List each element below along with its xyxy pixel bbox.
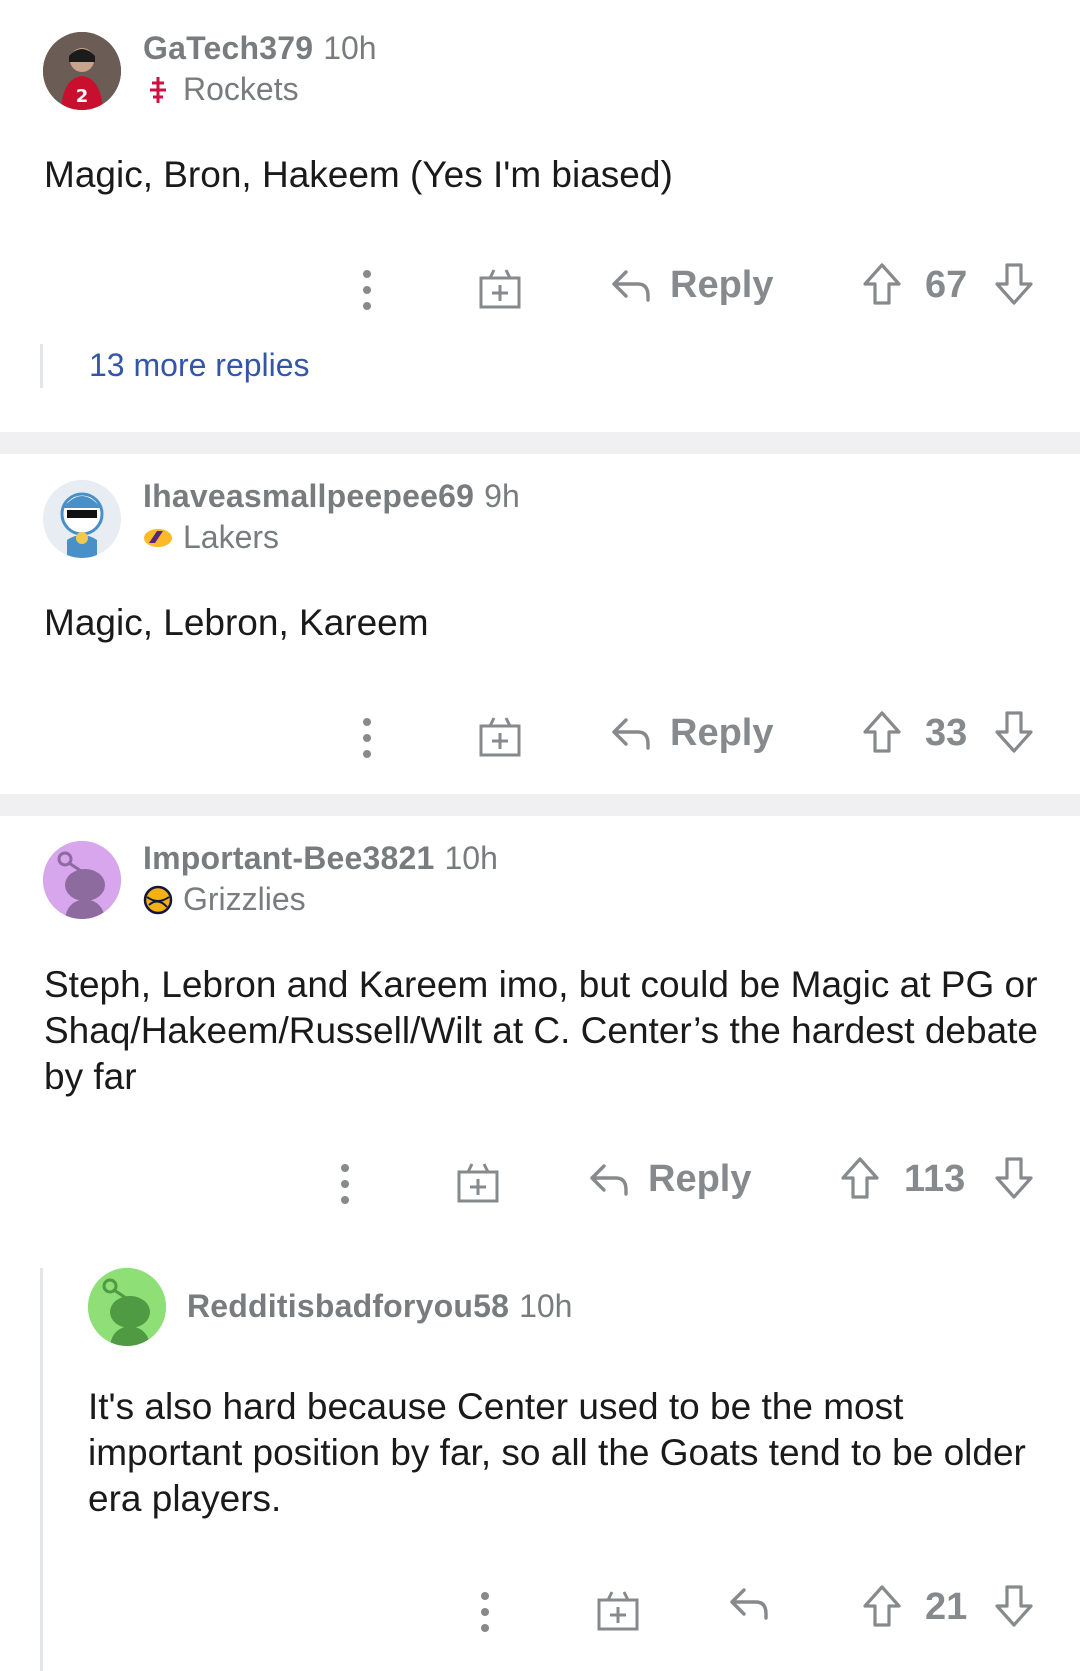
- grizzlies-icon: [143, 885, 173, 915]
- avatar[interactable]: [43, 841, 121, 919]
- reply-button[interactable]: Reply: [610, 712, 773, 755]
- comment-meta: Redditisbadforyou58 10h: [187, 1288, 572, 1325]
- more-replies-link[interactable]: 13 more replies: [89, 347, 310, 384]
- reply-arrow-icon: [730, 1588, 768, 1620]
- gift-icon: [597, 1591, 639, 1631]
- reply-arrow-icon: [590, 1163, 628, 1196]
- flair: Grizzlies: [143, 881, 498, 918]
- award-button[interactable]: [478, 266, 522, 310]
- flair: Rockets: [143, 71, 377, 108]
- comment-1: 2 GaTech379 10h Rockets Magic, Bron, Hake…: [0, 0, 1080, 432]
- comment-body: It's also hard because Center used to be…: [88, 1386, 1026, 1519]
- downvote-arrow-icon: [995, 263, 1033, 305]
- upvote-arrow-icon: [841, 1157, 879, 1199]
- timestamp: 10h: [444, 840, 498, 876]
- comment-divider: [0, 432, 1080, 454]
- upvote-button[interactable]: [862, 1584, 902, 1628]
- reply-arrow-icon: [612, 717, 650, 750]
- username[interactable]: Important-Bee3821: [143, 840, 435, 876]
- reply-label: Reply: [670, 712, 774, 754]
- more-options-button[interactable]: [352, 268, 382, 312]
- upvote-button[interactable]: [862, 262, 902, 306]
- flair-label: Lakers: [183, 519, 280, 555]
- reply-label: Reply: [648, 1158, 752, 1200]
- more-vertical-icon: [363, 270, 371, 310]
- comment-actions: Reply 33: [0, 708, 1080, 768]
- downvote-button[interactable]: [994, 1584, 1034, 1628]
- downvote-arrow-icon: [995, 1157, 1033, 1199]
- gift-icon: [479, 269, 521, 309]
- reply-label: Reply: [670, 264, 774, 306]
- more-options-button[interactable]: [352, 716, 382, 760]
- avatar[interactable]: [43, 480, 121, 558]
- gift-icon: [479, 717, 521, 757]
- comment-3: Important-Bee3821 10h Grizzlies Steph, Le…: [0, 816, 1080, 1671]
- downvote-button[interactable]: [994, 710, 1034, 754]
- comment-actions: 21: [0, 1582, 1080, 1642]
- comment-body: Magic, Bron, Hakeem (Yes I'm biased): [44, 154, 673, 195]
- flair-label: Grizzlies: [183, 881, 306, 917]
- comment-divider: [0, 794, 1080, 816]
- upvote-arrow-icon: [863, 711, 901, 753]
- upvote-button[interactable]: [840, 1156, 880, 1200]
- comment-body: Steph, Lebron and Kareem imo, but could …: [44, 964, 1039, 1097]
- lakers-icon: [143, 523, 173, 553]
- vote-count: 21: [925, 1586, 968, 1628]
- gift-icon: [457, 1163, 499, 1203]
- reply-arrow-icon: [612, 269, 650, 302]
- username[interactable]: Redditisbadforyou58: [187, 1288, 509, 1324]
- upvote-arrow-icon: [863, 263, 901, 305]
- comment-thread: 2 GaTech379 10h Rockets Magic, Bron, Hake…: [0, 0, 1080, 1671]
- avatar[interactable]: [88, 1268, 166, 1346]
- timestamp: 9h: [484, 478, 520, 514]
- timestamp: 10h: [323, 30, 377, 66]
- comment-meta: GaTech379 10h Rockets: [143, 30, 377, 108]
- timestamp: 10h: [519, 1288, 573, 1324]
- thread-line: [40, 344, 43, 388]
- nested-reply: Redditisbadforyou58 10h It's also hard be…: [0, 1266, 1080, 1671]
- downvote-arrow-icon: [995, 711, 1033, 753]
- username[interactable]: Ihaveasmallpeepee69: [143, 478, 474, 514]
- reply-button[interactable]: Reply: [588, 1158, 751, 1201]
- comment-2: Ihaveasmallpeepee69 9h Lakers Magic, Lebr…: [0, 454, 1080, 794]
- flair-label: Rockets: [183, 71, 299, 107]
- username[interactable]: GaTech379: [143, 30, 313, 66]
- flair: Lakers: [143, 519, 520, 556]
- vote-count: 67: [925, 264, 968, 306]
- comment-actions: Reply 113: [0, 1154, 1080, 1214]
- comment-body: Magic, Lebron, Kareem: [44, 602, 429, 643]
- more-options-button[interactable]: [330, 1162, 360, 1206]
- rockets-icon: [143, 75, 173, 105]
- comment-meta: Ihaveasmallpeepee69 9h Lakers: [143, 478, 520, 556]
- more-vertical-icon: [481, 1592, 489, 1632]
- more-vertical-icon: [341, 1164, 349, 1204]
- award-button[interactable]: [596, 1588, 640, 1632]
- avatar[interactable]: 2: [43, 32, 121, 110]
- more-vertical-icon: [363, 718, 371, 758]
- award-button[interactable]: [478, 714, 522, 758]
- vote-count: 113: [904, 1158, 966, 1200]
- comment-meta: Important-Bee3821 10h Grizzlies: [143, 840, 498, 918]
- downvote-button[interactable]: [994, 262, 1034, 306]
- reply-button[interactable]: [728, 1586, 770, 1622]
- svg-text:2: 2: [76, 86, 89, 107]
- downvote-button[interactable]: [994, 1156, 1034, 1200]
- more-options-button[interactable]: [470, 1590, 500, 1634]
- upvote-arrow-icon: [863, 1585, 901, 1627]
- comment-actions: Reply 67: [0, 260, 1080, 320]
- upvote-button[interactable]: [862, 710, 902, 754]
- reply-button[interactable]: Reply: [610, 264, 773, 307]
- downvote-arrow-icon: [995, 1585, 1033, 1627]
- vote-count: 33: [925, 712, 968, 754]
- award-button[interactable]: [456, 1160, 500, 1204]
